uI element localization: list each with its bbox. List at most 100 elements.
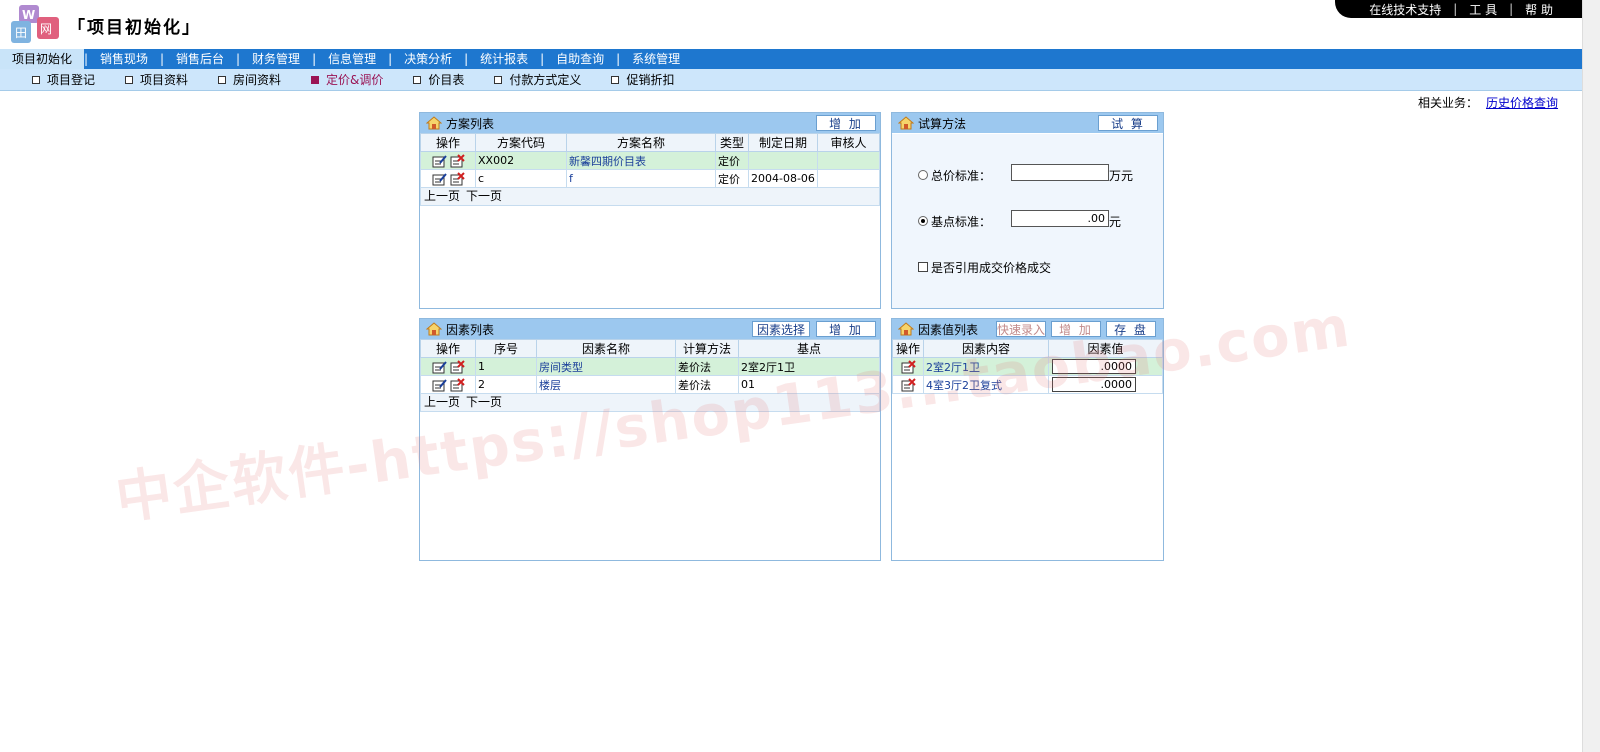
tools-link[interactable]: 工 具 [1461, 1, 1505, 18]
base-price-radio[interactable] [918, 216, 928, 226]
help-link[interactable]: 帮 助 [1517, 1, 1561, 18]
edit-icon[interactable] [432, 154, 447, 168]
delete-icon[interactable] [450, 359, 465, 374]
use-deal-price-label: 是否引用成交价格成交 [931, 261, 1052, 275]
panel-title: 因素列表 [446, 322, 495, 337]
bullet-icon [32, 75, 40, 84]
base-price-label: 基点标准： [931, 215, 992, 229]
base-price-unit: 元 [1109, 215, 1122, 229]
edit-icon[interactable] [432, 172, 447, 186]
delete-icon[interactable] [450, 377, 465, 392]
table-row[interactable]: 2 楼层 差价法 01 [420, 375, 880, 394]
plan-name-link[interactable]: f [569, 172, 573, 185]
subnav-item-pricing[interactable]: 定价&调价 [311, 71, 383, 88]
bullet-icon [218, 75, 227, 84]
next-page-link[interactable]: 下一页 [466, 395, 502, 409]
add-value-button[interactable]: 增 加 [1051, 321, 1101, 337]
use-deal-price-checkbox[interactable] [918, 262, 928, 272]
factor-method: 差价法 [675, 357, 739, 376]
nav-item-reports[interactable]: 统计报表 [468, 49, 540, 69]
column-header: 审核人 [817, 133, 880, 152]
bullet-icon [413, 75, 422, 84]
column-header: 类型 [715, 133, 749, 152]
prev-page-link[interactable]: 上一页 [424, 395, 460, 409]
subnav-item-discount[interactable]: 促销折扣 [611, 71, 674, 88]
add-plan-button[interactable]: 增 加 [816, 115, 876, 131]
nav-item-info[interactable]: 信息管理 [316, 49, 388, 69]
add-factor-button[interactable]: 增 加 [816, 321, 876, 337]
pager: 上一页 下一页 [420, 188, 880, 206]
vertical-scrollbar[interactable] [1582, 0, 1600, 752]
subnav-item-room-data[interactable]: 房间资料 [218, 71, 281, 88]
calculate-button[interactable]: 试 算 [1098, 115, 1158, 131]
plan-code: c [475, 169, 567, 188]
factor-value-input[interactable]: .0000 [1052, 377, 1136, 392]
divider: | [1509, 2, 1514, 16]
factor-name-link[interactable]: 房间类型 [539, 361, 583, 374]
factor-base: 2室2厅1卫 [738, 357, 880, 376]
bullet-icon [311, 75, 320, 84]
nav-item-project-init[interactable]: 项目初始化 [0, 49, 85, 69]
subnav-item-project-data[interactable]: 项目资料 [125, 71, 188, 88]
factor-no: 1 [475, 357, 537, 376]
header: W 田 网 「项目初始化」 在线技术支持 | 工 具 | 帮 助 [0, 0, 1583, 49]
table-row[interactable]: 4室3厅2卫复式 .0000 [892, 375, 1163, 394]
panel-title: 试算方法 [918, 116, 967, 131]
delete-icon[interactable] [901, 377, 916, 392]
edit-icon[interactable] [432, 360, 447, 374]
factor-method: 差价法 [675, 375, 739, 394]
delete-icon[interactable] [450, 153, 465, 168]
plan-date: 2004-08-06 [748, 169, 818, 188]
panel-header: 因素值列表 快速录入 增 加 存 盘 [892, 319, 1163, 339]
delete-icon[interactable] [901, 359, 916, 374]
next-page-link[interactable]: 下一页 [466, 189, 502, 203]
factor-content-link[interactable]: 4室3厅2卫复式 [926, 379, 1002, 392]
divider: | [1453, 2, 1458, 16]
online-support-link[interactable]: 在线技术支持 [1361, 1, 1449, 18]
total-price-unit: 万元 [1109, 169, 1134, 183]
subnav-item-price-list[interactable]: 价目表 [413, 71, 464, 88]
subnav-label: 付款方式定义 [509, 73, 582, 87]
bullet-icon [125, 75, 134, 84]
nav-item-finance[interactable]: 财务管理 [240, 49, 312, 69]
subnav-label: 房间资料 [233, 73, 282, 87]
total-price-label: 总价标准： [931, 169, 992, 183]
table-row[interactable]: 2室2厅1卫 .0000 [892, 357, 1163, 376]
prev-page-link[interactable]: 上一页 [424, 189, 460, 203]
quick-entry-button[interactable]: 快速录入 [996, 321, 1046, 337]
factor-select-button[interactable]: 因素选择 [752, 321, 810, 337]
main-nav: 项目初始化 | 销售现场 | 销售后台 | 财务管理 | 信息管理 | 决策分析… [0, 49, 1583, 69]
delete-icon[interactable] [450, 171, 465, 186]
pager: 上一页 下一页 [420, 394, 880, 412]
column-header: 制定日期 [748, 133, 818, 152]
plan-name-link[interactable]: 新馨四期价目表 [569, 155, 646, 168]
factor-value-input[interactable]: .0000 [1052, 359, 1136, 374]
app-title: 「项目初始化」 [68, 18, 201, 38]
subnav-item-project-register[interactable]: 项目登记 [32, 71, 95, 88]
base-price-input[interactable]: .00 [1011, 210, 1109, 227]
history-price-link[interactable]: 历史价格查询 [1486, 96, 1558, 110]
save-button[interactable]: 存 盘 [1106, 321, 1156, 337]
bullet-icon [611, 75, 620, 84]
subnav-label: 促销折扣 [626, 73, 675, 87]
nav-item-self-query[interactable]: 自助查询 [544, 49, 616, 69]
subnav-label: 项目登记 [47, 73, 96, 87]
subnav-item-payment[interactable]: 付款方式定义 [494, 71, 581, 88]
total-price-radio[interactable] [918, 170, 928, 180]
factor-name-link[interactable]: 楼层 [539, 379, 561, 392]
column-header: 操作 [892, 339, 924, 358]
nav-item-decision[interactable]: 决策分析 [392, 49, 464, 69]
nav-item-system[interactable]: 系统管理 [620, 49, 692, 69]
factor-list-panel: 因素列表 因素选择 增 加 操作 序号 因素名称 计算方法 基点 1 房间类型 … [419, 318, 881, 561]
plan-type: 定价 [715, 169, 749, 188]
nav-item-sales-site[interactable]: 销售现场 [88, 49, 160, 69]
edit-icon[interactable] [432, 378, 447, 392]
total-price-input[interactable] [1011, 164, 1109, 181]
table-row[interactable]: 1 房间类型 差价法 2室2厅1卫 [420, 357, 880, 376]
table-row[interactable]: XX002 新馨四期价目表 定价 [420, 151, 880, 170]
column-header: 计算方法 [675, 339, 739, 358]
sub-nav: 项目登记 项目资料 房间资料 定价&调价 价目表 付款方式定义 促销折扣 [0, 69, 1583, 91]
table-row[interactable]: c f 定价 2004-08-06 [420, 169, 880, 188]
nav-item-sales-backend[interactable]: 销售后台 [164, 49, 236, 69]
factor-content-link[interactable]: 2室2厅1卫 [926, 361, 980, 374]
